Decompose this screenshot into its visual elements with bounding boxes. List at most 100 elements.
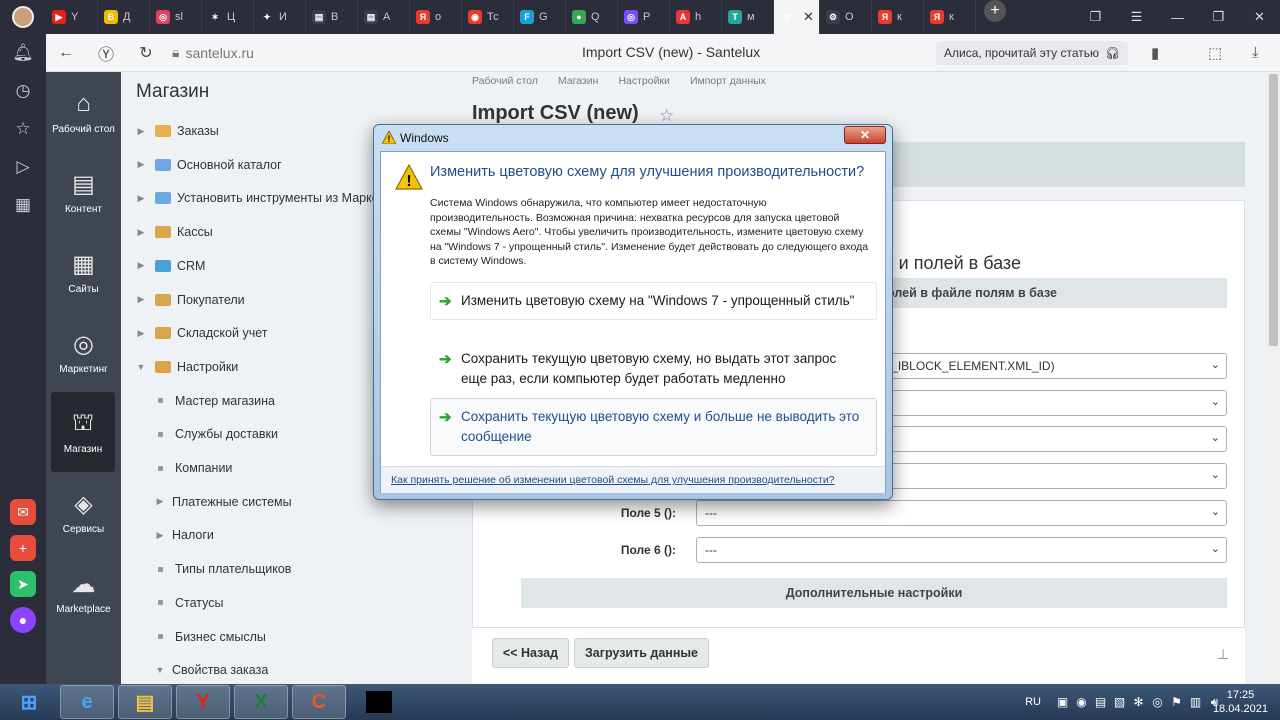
expand-arrow-icon[interactable]: ▶ <box>154 496 166 507</box>
bell-icon[interactable]: 🔔︎ <box>0 34 46 72</box>
expand-arrow-icon[interactable]: ▶ <box>135 294 147 305</box>
menu-item[interactable]: ▼ Свойства заказа <box>121 660 269 680</box>
extensions-icon[interactable]: ⬚ <box>1208 44 1222 62</box>
expand-arrow-icon[interactable]: ▶ <box>135 126 147 137</box>
admin-nav-item[interactable]: ◎ Маркетинг <box>46 312 121 392</box>
browser-tab[interactable]: Як <box>924 0 976 34</box>
admin-nav-item[interactable]: ▦ Сайты <box>46 232 121 312</box>
tab-close-icon[interactable]: ✕ <box>803 9 814 25</box>
camtasia-app[interactable]: C <box>292 685 346 719</box>
menu-item[interactable]: ▶ Платежные системы <box>121 492 292 512</box>
yandex-browser-app[interactable]: Y <box>176 685 230 719</box>
menu-item[interactable]: ▶ Кассы <box>121 222 213 242</box>
browser-tab[interactable]: ⚙ О <box>820 0 872 34</box>
browser-tab[interactable]: Яо <box>410 0 462 34</box>
browser-tab[interactable]: Tм <box>722 0 774 34</box>
expand-arrow-icon[interactable]: ▶ <box>135 159 147 170</box>
browser-tab[interactable]: ▶ Y <box>46 0 98 34</box>
browser-tab[interactable]: ✶ Ц <box>202 0 254 34</box>
menu-item[interactable]: ▶ Основной каталог <box>121 155 282 175</box>
taskbar-clock[interactable]: 17:25 18.04.2021 <box>1213 688 1268 716</box>
field-select[interactable]: --- ⌄ <box>696 536 1227 563</box>
language-indicator[interactable]: RU <box>1025 696 1041 708</box>
back-button[interactable]: << Назад <box>492 638 569 668</box>
history-icon[interactable]: ◷ <box>0 72 46 110</box>
admin-nav-item[interactable]: ⌂ Рабочий стол <box>46 72 121 152</box>
browser-tab[interactable]: Як <box>872 0 924 34</box>
menu-item[interactable]: ▼ Настройки <box>121 357 239 377</box>
new-tab-button[interactable]: + <box>984 0 1006 22</box>
expand-arrow-icon[interactable]: ▼ <box>154 665 166 675</box>
excel-app[interactable]: X <box>234 685 288 719</box>
option-keep-ask-again[interactable]: ➔ Сохранить текущую цветовую схему, но вы… <box>430 340 877 398</box>
browser-tab[interactable]: ✦ И <box>254 0 306 34</box>
menu-icon[interactable]: ☰ <box>1116 0 1157 34</box>
menu-item[interactable]: Статусы <box>121 593 224 613</box>
back-icon[interactable]: ← <box>46 44 86 62</box>
menu-item[interactable]: Типы плательщиков <box>121 559 291 579</box>
favorite-star-icon[interactable]: ☆ <box>659 106 674 126</box>
option-keep-never-show[interactable]: ➔ Сохранить текущую цветовую схему и боль… <box>430 398 877 456</box>
alice-read-button[interactable]: Алиса, прочитай эту статью 🎧︎ <box>936 41 1129 65</box>
taskbar-black-window[interactable] <box>366 691 392 713</box>
load-data-button[interactable]: Загрузить данные <box>574 638 709 668</box>
tray-icon[interactable]: ▤ <box>1093 695 1108 710</box>
breadcrumb-item[interactable]: Рабочий стол <box>472 75 538 87</box>
browser-tab[interactable]: ◉ Тс <box>462 0 514 34</box>
expand-arrow-icon[interactable]: ▶ <box>135 227 147 238</box>
star-icon[interactable]: ☆ <box>0 110 46 148</box>
yandex-icon[interactable]: Ⓨ <box>86 41 126 65</box>
option-change-scheme[interactable]: ➔ Изменить цветовую схему на "Windows 7 -… <box>430 282 877 320</box>
field-select[interactable]: --- ⌄ <box>696 499 1227 526</box>
download-icon[interactable]: ⤓ <box>1252 44 1259 61</box>
admin-nav-item[interactable]: ◈ Сервисы <box>46 472 121 552</box>
expand-arrow-icon[interactable]: ▼ <box>135 362 147 372</box>
menu-item[interactable]: Мастер магазина <box>121 391 275 411</box>
admin-nav-item[interactable]: ☁ Marketplace <box>46 552 121 632</box>
add-app-icon[interactable]: + <box>10 535 36 561</box>
tray-icon[interactable]: ◎ <box>1150 695 1165 710</box>
admin-nav-item[interactable]: ⛫ Магазин <box>51 392 115 472</box>
dialog-close-button[interactable]: ✕ <box>844 126 886 144</box>
menu-item[interactable]: Бизнес смыслы <box>121 627 266 647</box>
expand-arrow-icon[interactable]: ▶ <box>135 328 147 339</box>
breadcrumb-item[interactable]: Настройки <box>618 75 670 87</box>
browser-tab[interactable]: ◎ P <box>618 0 670 34</box>
mail-app-icon[interactable]: ✉ <box>10 499 36 525</box>
play-icon[interactable]: ▷ <box>0 148 46 186</box>
explorer-app[interactable]: ▤ <box>118 685 172 719</box>
menu-item[interactable]: Службы доставки <box>121 424 278 444</box>
tray-icon[interactable]: ▧ <box>1112 695 1127 710</box>
reload-icon[interactable]: ↻ <box>126 43 166 63</box>
breadcrumb-item[interactable]: Импорт данных <box>690 75 766 87</box>
profile-avatar[interactable] <box>0 0 46 34</box>
send-app-icon[interactable]: ➤ <box>10 571 36 597</box>
minimize-button[interactable]: — <box>1157 0 1198 34</box>
menu-item[interactable]: ▶ Налоги <box>121 525 214 545</box>
breadcrumb-item[interactable]: Магазин <box>558 75 599 87</box>
browser-tab[interactable]: Ah <box>670 0 722 34</box>
browser-tab[interactable]: ▤ А <box>358 0 410 34</box>
apps-grid-icon[interactable]: ▦ <box>0 186 46 224</box>
help-link[interactable]: Как принять решение об изменении цветово… <box>391 474 835 486</box>
tray-icon[interactable]: ✻ <box>1131 695 1146 710</box>
tray-icon[interactable]: ⚑ <box>1169 695 1184 710</box>
pin-bottom-icon[interactable]: ⊥ <box>1217 646 1229 663</box>
browser-tab[interactable]: FG <box>514 0 566 34</box>
start-button[interactable]: ⊞ <box>2 685 56 719</box>
collections-icon[interactable]: ❐ <box>1075 0 1116 34</box>
browser-tab[interactable]: BД <box>98 0 150 34</box>
menu-item[interactable]: Компании <box>121 458 232 478</box>
expand-arrow-icon[interactable]: ▶ <box>154 530 166 541</box>
url-field[interactable]: 🔒︎ santelux.ru <box>166 40 260 66</box>
close-window-button[interactable]: ✕ <box>1239 0 1280 34</box>
expand-arrow-icon[interactable]: ▶ <box>135 260 147 271</box>
tray-icon[interactable]: ◉ <box>1074 695 1089 710</box>
ie-app[interactable]: e <box>60 685 114 719</box>
menu-item[interactable]: ▶ Покупатели <box>121 290 245 310</box>
browser-tab[interactable]: ◎ sl <box>150 0 202 34</box>
browser-tab[interactable]: ▤ В <box>306 0 358 34</box>
alice-app-icon[interactable]: ● <box>10 607 36 633</box>
menu-item[interactable]: ▶ CRM <box>121 256 206 276</box>
tray-icon[interactable]: ▣ <box>1055 695 1070 710</box>
